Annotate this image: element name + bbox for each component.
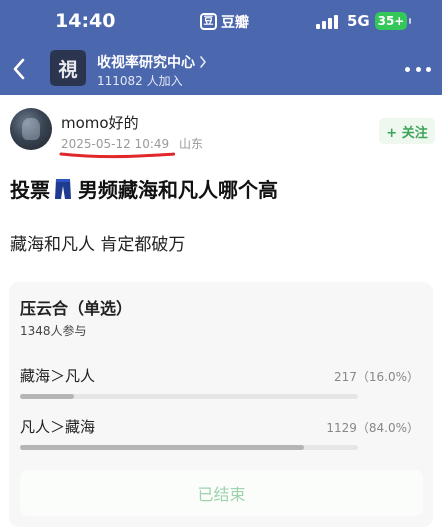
network-type: 5G (347, 12, 370, 30)
title-text: 男频藏海和凡人哪个高 (78, 178, 278, 202)
group-title[interactable]: 收视率研究中心 (97, 52, 207, 72)
follow-button[interactable]: + 关注 (379, 118, 435, 144)
header: 14:40 豆 豆瓣 5G 35+ 視 收视率研究中心 111082 人加入 (0, 0, 442, 95)
chevron-right-icon (200, 56, 206, 68)
poll-title: 压云合（单选） (20, 299, 133, 318)
poll-option-label: 凡人＞藏海 (20, 418, 96, 436)
author-name[interactable]: momo好的 (61, 112, 139, 133)
poll-option-fill (20, 445, 304, 450)
back-button[interactable] (8, 54, 30, 84)
dot (426, 66, 431, 72)
poll-ended-button[interactable]: 已结束 (20, 470, 423, 516)
battery-icon: 35+ (375, 12, 411, 30)
douban-logo-icon: 豆 (200, 13, 217, 30)
status-bar: 14:40 豆 豆瓣 5G 35+ (0, 0, 442, 44)
poll-option-bar (20, 394, 358, 399)
status-time: 14:40 (55, 10, 116, 32)
dot (415, 66, 421, 72)
dot (405, 66, 410, 72)
follow-label: + 关注 (386, 125, 428, 141)
post-date: 2025-05-12 10:49 (61, 137, 170, 151)
app-indicator[interactable]: 豆 豆瓣 (198, 12, 253, 31)
post-body: 藏海和凡人 肯定都破万 (10, 235, 186, 255)
poll-participants: 1348人参与 (20, 324, 87, 338)
signal-icon (316, 15, 338, 29)
pants-icon (55, 178, 71, 199)
poll-option-stat: 1129（84.0%） (326, 421, 419, 435)
chevron-left-icon (13, 58, 25, 80)
post-title: 投票 男频藏海和凡人哪个高 (10, 174, 278, 203)
red-underline-annotation (59, 152, 175, 159)
app-name: 豆瓣 (221, 14, 249, 31)
poll-option-bar (20, 445, 358, 450)
post-location: 山东 (178, 137, 203, 151)
more-button[interactable] (405, 60, 431, 78)
group-avatar-char: 視 (58, 58, 78, 81)
battery-level: 35+ (377, 14, 405, 28)
group-avatar[interactable]: 視 (50, 50, 86, 86)
title-prefix: 投票 (10, 178, 50, 202)
poll-option-stat: 217（16.0%） (333, 370, 419, 384)
poll-option-label: 藏海＞凡人 (20, 367, 96, 385)
poll-card: 压云合（单选） 1348人参与 藏海＞凡人 217（16.0%） 凡人＞藏海 1… (9, 282, 433, 527)
author-avatar[interactable] (10, 108, 52, 150)
nav-bar: 視 收视率研究中心 111082 人加入 (0, 44, 442, 95)
group-name: 收视率研究中心 (97, 55, 195, 71)
poll-option-fill (20, 394, 75, 399)
poll-ended-label: 已结束 (197, 485, 246, 504)
group-members: 111082 人加入 (97, 74, 183, 88)
